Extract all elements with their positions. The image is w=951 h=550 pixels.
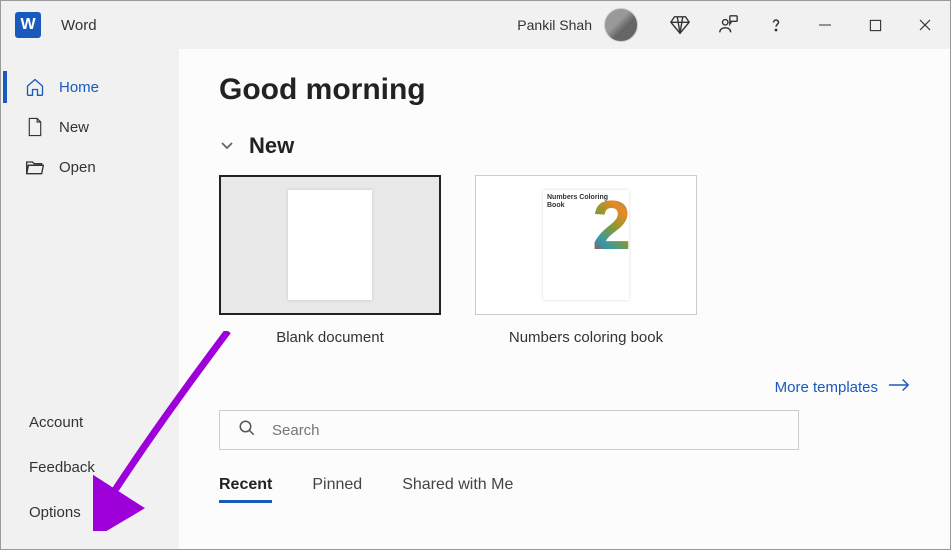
person-feedback-icon[interactable] xyxy=(704,1,752,49)
more-templates-link[interactable]: More templates xyxy=(219,378,910,396)
sidebar-item-options[interactable]: Options xyxy=(1,490,179,535)
search-input[interactable] xyxy=(272,422,780,439)
chevron-down-icon xyxy=(219,133,235,159)
sidebar-item-open[interactable]: Open xyxy=(1,147,179,187)
new-section-header[interactable]: New xyxy=(219,133,910,159)
avatar[interactable] xyxy=(604,8,638,42)
titlebar-left: W Word xyxy=(15,12,97,38)
main: Good morning New Blank document Numbers … xyxy=(179,49,950,549)
minimize-button[interactable] xyxy=(800,1,850,49)
tab-recent[interactable]: Recent xyxy=(219,476,272,503)
arrow-right-icon xyxy=(888,378,910,396)
template-name: Numbers coloring book xyxy=(475,329,697,346)
greeting: Good morning xyxy=(219,73,910,107)
titlebar: W Word Pankil Shah xyxy=(1,1,950,49)
document-tabs: Recent Pinned Shared with Me xyxy=(219,476,910,503)
templates-row: Blank document Numbers Coloring Book 2 N… xyxy=(219,175,910,354)
word-logo: W xyxy=(15,12,41,38)
sidebar-item-label: Home xyxy=(59,79,99,96)
help-icon[interactable] xyxy=(752,1,800,49)
sidebar-item-label: Open xyxy=(59,159,96,176)
search-box[interactable] xyxy=(219,410,799,450)
sidebar: Home New Open Account Feedback Options xyxy=(1,49,179,549)
maximize-button[interactable] xyxy=(850,1,900,49)
template-name: Blank document xyxy=(219,329,441,354)
user-name: Pankil Shah xyxy=(517,17,592,33)
section-title: New xyxy=(249,133,294,159)
number-2-graphic: 2 xyxy=(592,192,631,259)
tab-pinned[interactable]: Pinned xyxy=(312,476,362,503)
search-icon xyxy=(238,419,256,442)
sidebar-item-home[interactable]: Home xyxy=(1,67,179,107)
template-thumb xyxy=(219,175,441,315)
sidebar-item-account[interactable]: Account xyxy=(1,400,179,445)
user-area[interactable]: Pankil Shah xyxy=(517,8,638,42)
template-numbers-coloring-book[interactable]: Numbers Coloring Book 2 Numbers coloring… xyxy=(475,175,697,354)
sidebar-item-new[interactable]: New xyxy=(1,107,179,147)
template-blank-document[interactable]: Blank document xyxy=(219,175,441,354)
diamond-icon[interactable] xyxy=(656,1,704,49)
template-thumb: Numbers Coloring Book 2 xyxy=(475,175,697,315)
titlebar-right: Pankil Shah xyxy=(517,1,950,49)
home-icon xyxy=(25,77,45,97)
close-button[interactable] xyxy=(900,1,950,49)
new-document-icon xyxy=(25,117,45,137)
tab-shared-with-me[interactable]: Shared with Me xyxy=(402,476,513,503)
folder-open-icon xyxy=(25,157,45,177)
sidebar-item-label: New xyxy=(59,119,89,136)
sidebar-item-feedback[interactable]: Feedback xyxy=(1,445,179,490)
app-title: Word xyxy=(61,17,97,34)
